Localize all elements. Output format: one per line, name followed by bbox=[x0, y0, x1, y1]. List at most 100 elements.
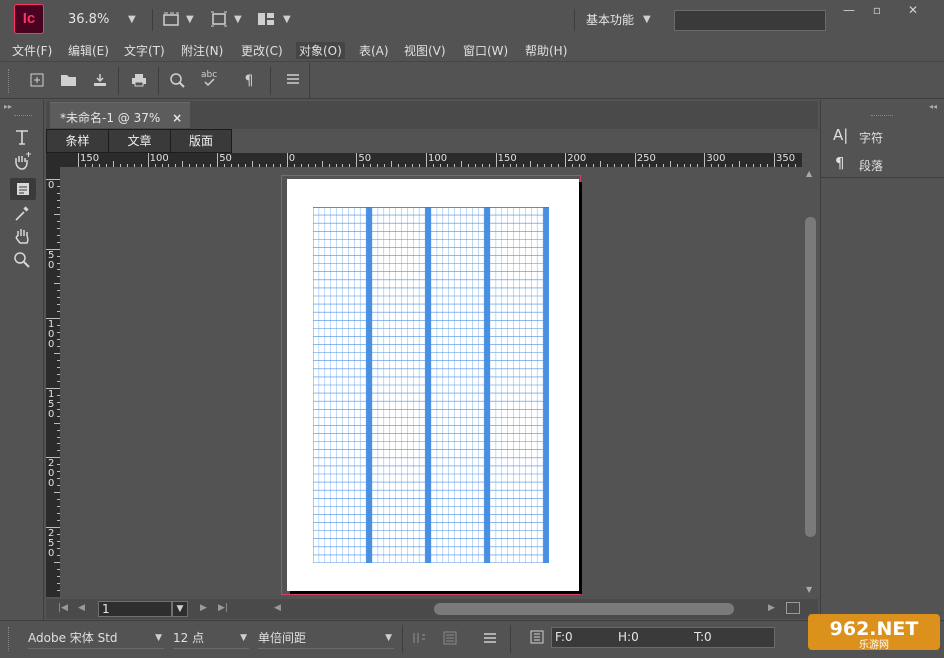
grip bbox=[8, 69, 11, 93]
frame-edges-icon[interactable] bbox=[162, 11, 182, 27]
menu-icon[interactable] bbox=[284, 72, 302, 90]
first-page-icon[interactable]: |◀ bbox=[58, 603, 68, 613]
scroll-down-icon[interactable]: ▼ bbox=[806, 585, 812, 594]
vertical-scrollbar[interactable]: ▲ ▼ bbox=[803, 167, 818, 597]
menu-window[interactable]: 窗口(W) bbox=[463, 42, 508, 59]
grid-icon[interactable] bbox=[530, 630, 544, 644]
chevron-down-icon[interactable]: ▼ bbox=[186, 14, 194, 25]
menu-changes[interactable]: 更改(C) bbox=[241, 42, 283, 59]
divider bbox=[309, 63, 310, 99]
zoom-icon[interactable] bbox=[11, 251, 33, 271]
svg-text:962.NET: 962.NET bbox=[830, 618, 919, 640]
save-icon[interactable] bbox=[91, 72, 109, 90]
hand-tool-icon[interactable] bbox=[11, 152, 33, 172]
page-navigation-bar: |◀ ◀ 1 ▼ ▶ ▶| ◀ ▶ bbox=[46, 599, 818, 619]
type-tool-icon[interactable] bbox=[11, 128, 33, 148]
scroll-up-icon[interactable]: ▲ bbox=[806, 169, 812, 178]
ruler-tick bbox=[426, 153, 427, 167]
menu-edit[interactable]: 编辑(E) bbox=[68, 42, 109, 59]
ruler-label: 250 bbox=[636, 153, 656, 164]
collapse-icon[interactable]: ▸▸ bbox=[4, 102, 12, 111]
divider bbox=[574, 9, 575, 31]
grid-gutter bbox=[425, 207, 431, 563]
ruler-label: 50 bbox=[219, 153, 232, 164]
ruler-tick bbox=[356, 153, 358, 167]
ruler-origin[interactable] bbox=[46, 153, 60, 167]
control-bar: abc ¶ bbox=[0, 63, 944, 99]
last-page-icon[interactable]: ▶| bbox=[218, 603, 228, 613]
t-value: T:0 bbox=[694, 630, 712, 644]
chevron-down-icon[interactable]: ▼ bbox=[643, 14, 651, 25]
page[interactable] bbox=[287, 179, 579, 591]
panel-character[interactable]: A| 字符 bbox=[821, 122, 944, 150]
ruler-tick bbox=[704, 153, 706, 167]
previous-page-icon[interactable]: ◀ bbox=[78, 603, 85, 613]
menu-file[interactable]: 文件(F) bbox=[12, 42, 52, 59]
divider bbox=[118, 67, 119, 95]
horizontal-ruler[interactable]: 150 100 50 0 50 100 150 200 250 300 350 bbox=[60, 153, 802, 167]
pasteboard[interactable] bbox=[60, 167, 802, 597]
pilcrow-icon[interactable]: ¶ bbox=[240, 72, 258, 90]
document-tab[interactable]: *未命名-1 @ 37% × bbox=[50, 102, 190, 128]
chevron-down-icon[interactable]: ▼ bbox=[234, 14, 242, 25]
horizontal-scroll-thumb[interactable] bbox=[434, 603, 734, 615]
tab-layout[interactable]: 版面 bbox=[171, 130, 231, 152]
minimize-icon[interactable]: — bbox=[836, 1, 862, 19]
grip bbox=[14, 115, 32, 116]
divider bbox=[510, 625, 511, 653]
workspace-switcher[interactable]: 基本功能 bbox=[586, 11, 634, 28]
chevron-down-icon: ▼ bbox=[240, 633, 247, 643]
tools-panel: ▸▸ bbox=[0, 100, 44, 620]
font-family-select[interactable]: Adobe 宋体 Std ▼ bbox=[28, 627, 164, 649]
panel-character-label: 字符 bbox=[859, 131, 884, 145]
menu-bar: 文件(F) 编辑(E) 文字(T) 附注(N) 更改(C) 对象(O) 表(A)… bbox=[0, 38, 944, 62]
vertical-ruler[interactable]: 0 5 0 1 0 0 1 5 0 2 0 0 2 5 0 bbox=[46, 167, 60, 597]
chevron-down-icon[interactable]: ▼ bbox=[283, 14, 291, 25]
line-spacing-select[interactable]: 单倍间距 ▼ bbox=[258, 627, 394, 649]
menu-view[interactable]: 视图(V) bbox=[404, 42, 446, 59]
right-panel-dock: ◂◂ A| 字符 ¶ 段落 bbox=[820, 100, 944, 620]
scroll-left-icon[interactable]: ◀ bbox=[274, 603, 281, 613]
ruler-label: 100 bbox=[428, 153, 448, 164]
chevron-down-icon[interactable]: ▼ bbox=[128, 14, 136, 25]
scroll-right-icon[interactable]: ▶ bbox=[768, 603, 775, 613]
spellcheck-icon[interactable]: abc bbox=[200, 68, 218, 87]
note-icon[interactable] bbox=[10, 178, 36, 200]
search-input[interactable] bbox=[674, 10, 826, 31]
hand-icon[interactable] bbox=[11, 227, 33, 247]
new-document-icon[interactable] bbox=[28, 72, 46, 90]
zoom-level[interactable]: 36.8% bbox=[68, 12, 109, 27]
frame-grid[interactable] bbox=[313, 207, 549, 563]
tab-story[interactable]: 文章 bbox=[109, 130, 171, 152]
menu-help[interactable]: 帮助(H) bbox=[525, 42, 567, 59]
menu-table[interactable]: 表(A) bbox=[359, 42, 389, 59]
ruler-tick bbox=[634, 153, 636, 167]
view-tabs: 条样 文章 版面 bbox=[46, 129, 232, 153]
line-numbers-icon[interactable] bbox=[412, 631, 426, 645]
menu-object[interactable]: 对象(O) bbox=[296, 42, 345, 59]
f-value: F:0 bbox=[555, 630, 573, 644]
scroll-thumb[interactable] bbox=[805, 217, 816, 537]
page-number-field[interactable]: 1 bbox=[98, 601, 172, 617]
frame-grid-icon[interactable] bbox=[443, 631, 457, 645]
panel-paragraph[interactable]: ¶ 段落 bbox=[821, 150, 944, 178]
font-size-select[interactable]: 12 点 ▼ bbox=[173, 627, 249, 649]
search-icon[interactable] bbox=[168, 72, 186, 90]
collapse-icon[interactable]: ◂◂ bbox=[929, 102, 937, 111]
print-icon[interactable] bbox=[130, 72, 148, 90]
close-icon[interactable]: ✕ bbox=[900, 1, 926, 19]
maximize-icon[interactable]: ▫ bbox=[864, 1, 890, 19]
menu-notes[interactable]: 附注(N) bbox=[181, 42, 223, 59]
split-view-icon[interactable] bbox=[786, 602, 800, 614]
grid-gutter bbox=[484, 207, 490, 563]
tab-galley[interactable]: 条样 bbox=[47, 130, 109, 152]
menu-icon[interactable] bbox=[483, 632, 497, 644]
arrange-icon[interactable] bbox=[257, 12, 275, 26]
close-icon[interactable]: × bbox=[172, 111, 182, 125]
screen-mode-icon[interactable] bbox=[210, 11, 228, 27]
chevron-down-icon[interactable]: ▼ bbox=[172, 601, 188, 617]
next-page-icon[interactable]: ▶ bbox=[200, 603, 207, 613]
menu-type[interactable]: 文字(T) bbox=[124, 42, 165, 59]
open-icon[interactable] bbox=[60, 72, 78, 90]
eyedropper-icon[interactable] bbox=[11, 204, 33, 224]
